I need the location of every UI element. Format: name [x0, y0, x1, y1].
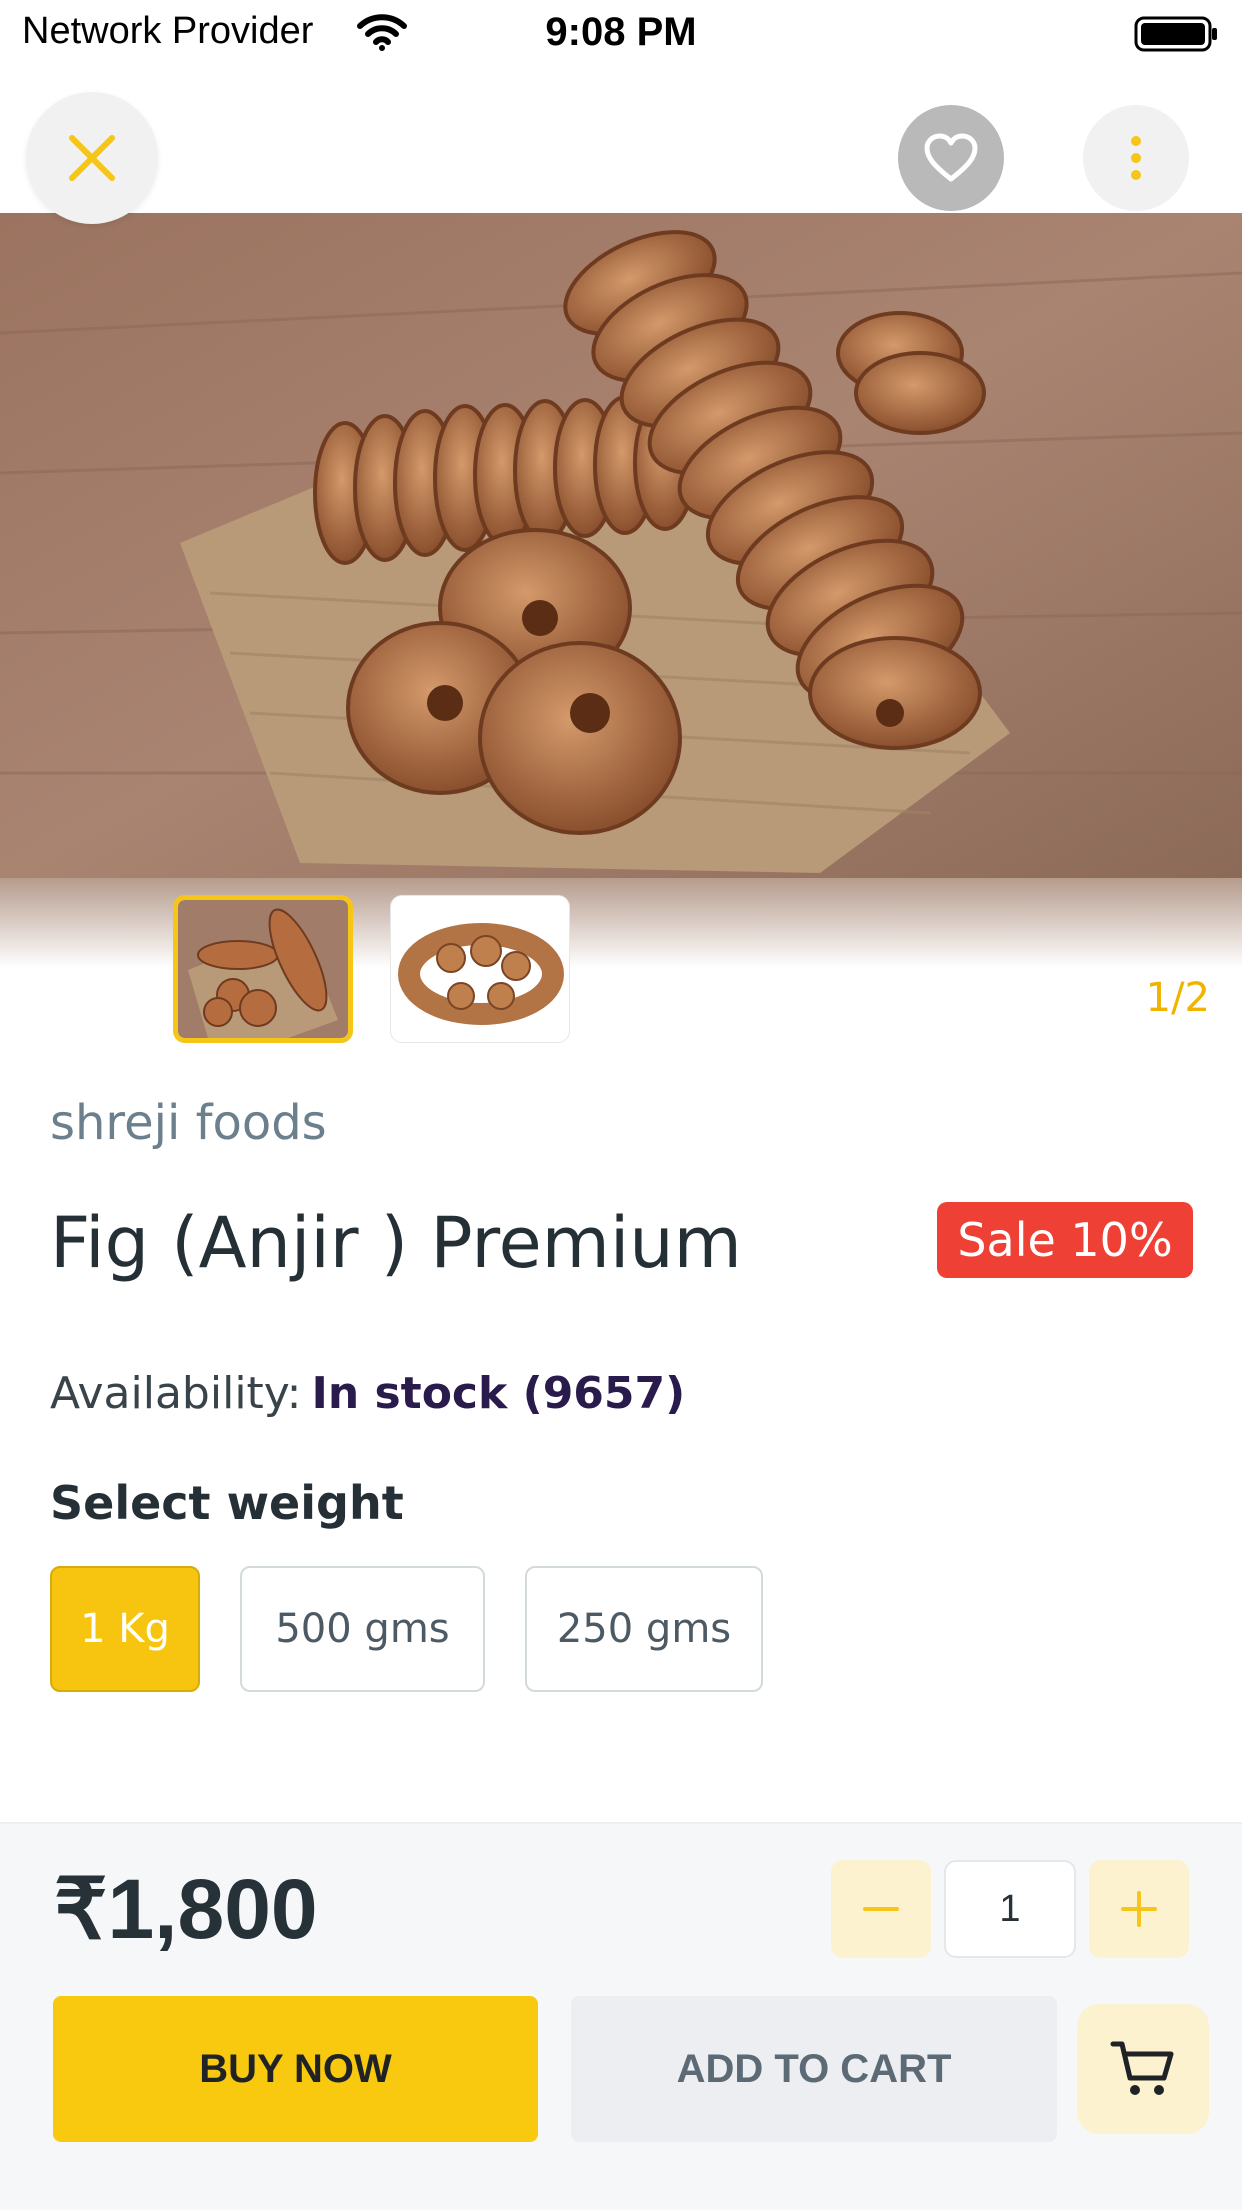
decrease-quantity-button[interactable]	[831, 1860, 931, 1958]
add-to-cart-button[interactable]: ADD TO CART	[571, 1996, 1057, 2142]
sale-badge: Sale 10%	[937, 1202, 1193, 1278]
plus-icon	[1121, 1891, 1157, 1927]
product-title: Fig (Anjir ) Premium	[50, 1202, 742, 1284]
buy-now-button[interactable]: BUY NOW	[53, 1996, 538, 2142]
weight-option-250g[interactable]: 250 gms	[525, 1566, 763, 1692]
increase-quantity-button[interactable]	[1089, 1860, 1189, 1958]
thumbnail-1[interactable]	[173, 895, 353, 1043]
close-icon	[69, 135, 115, 181]
minus-icon	[863, 1907, 899, 1911]
quantity-field[interactable]: 1	[944, 1860, 1076, 1958]
availability-value: In stock (9657)	[311, 1368, 686, 1419]
weight-option-1kg[interactable]: 1 Kg	[50, 1566, 200, 1692]
more-options-button[interactable]	[1083, 105, 1189, 211]
availability: Availability: In stock (9657)	[50, 1368, 685, 1419]
price: ₹1,800	[54, 1862, 318, 1956]
close-button[interactable]	[26, 92, 158, 224]
more-vertical-icon	[1131, 136, 1141, 180]
weight-option-500g[interactable]: 500 gms	[240, 1566, 485, 1692]
status-bar: Network Provider 9:08 PM	[0, 0, 1242, 68]
brand-name[interactable]: shreji foods	[50, 1095, 327, 1151]
thumbnail-2[interactable]	[390, 895, 570, 1043]
cart-button[interactable]	[1077, 2004, 1209, 2134]
image-counter: 1/2	[1145, 975, 1210, 1021]
status-time: 9:08 PM	[545, 10, 697, 54]
heart-icon	[924, 133, 978, 182]
cart-icon	[1110, 2041, 1174, 2095]
select-weight-label: Select weight	[50, 1476, 404, 1530]
product-image[interactable]	[0, 213, 1242, 878]
battery-icon	[1134, 16, 1217, 52]
favorite-button[interactable]	[898, 105, 1004, 211]
availability-label: Availability:	[50, 1368, 302, 1419]
